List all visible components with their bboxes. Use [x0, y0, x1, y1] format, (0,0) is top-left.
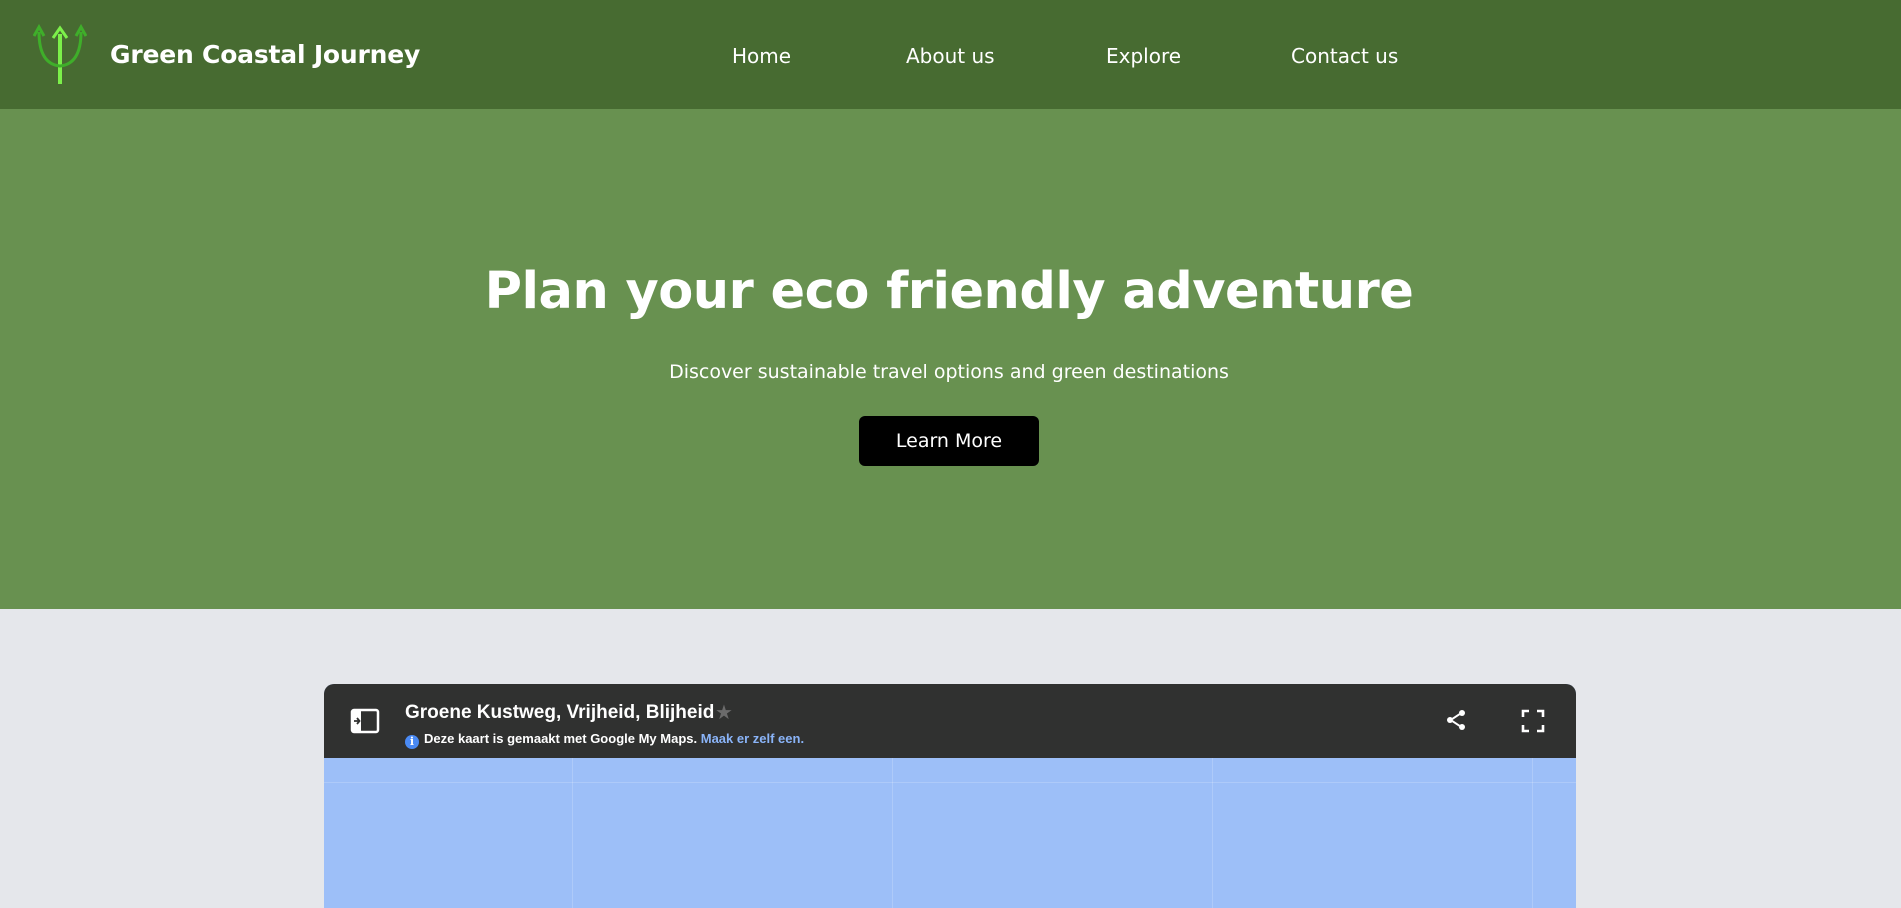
map-gridline [324, 782, 1576, 783]
map-gridline [892, 758, 893, 908]
map-gridline [572, 758, 573, 908]
make-your-own-link[interactable]: Maak er zelf een. [701, 731, 804, 746]
nav-contact-us[interactable]: Contact us [1291, 44, 1398, 68]
fullscreen-icon[interactable] [1521, 709, 1545, 733]
trident-arrows-icon[interactable] [33, 24, 87, 86]
hero-subtitle: Discover sustainable travel options and … [669, 361, 1229, 383]
map-toolbar: Groene Kustweg, Vrijheid, Blijheid ★ i De… [324, 684, 1576, 758]
map-canvas[interactable] [324, 758, 1576, 908]
hero-title: Plan your eco friendly adventure [484, 262, 1414, 321]
brand-name[interactable]: Green Coastal Journey [110, 40, 420, 69]
map-info-text: Deze kaart is gemaakt met Google My Maps… [424, 731, 698, 746]
site-header: Green Coastal Journey Home About us Expl… [0, 0, 1901, 109]
nav-explore[interactable]: Explore [1106, 44, 1181, 68]
sidebar-toggle-icon[interactable] [350, 708, 380, 734]
hero-section: Plan your eco friendly adventure Discove… [0, 109, 1901, 609]
map-embed: Groene Kustweg, Vrijheid, Blijheid ★ i De… [324, 684, 1576, 908]
map-info-line: i Deze kaart is gemaakt met Google My Map… [405, 731, 804, 749]
info-icon: i [405, 735, 419, 749]
map-title: Groene Kustweg, Vrijheid, Blijheid [405, 702, 715, 723]
share-icon[interactable] [1444, 708, 1468, 732]
nav-about-us[interactable]: About us [906, 44, 995, 68]
nav-home[interactable]: Home [732, 44, 791, 68]
map-gridline [1212, 758, 1213, 908]
star-icon[interactable]: ★ [715, 700, 733, 724]
map-gridline [1532, 758, 1533, 908]
learn-more-button[interactable]: Learn More [859, 416, 1039, 466]
